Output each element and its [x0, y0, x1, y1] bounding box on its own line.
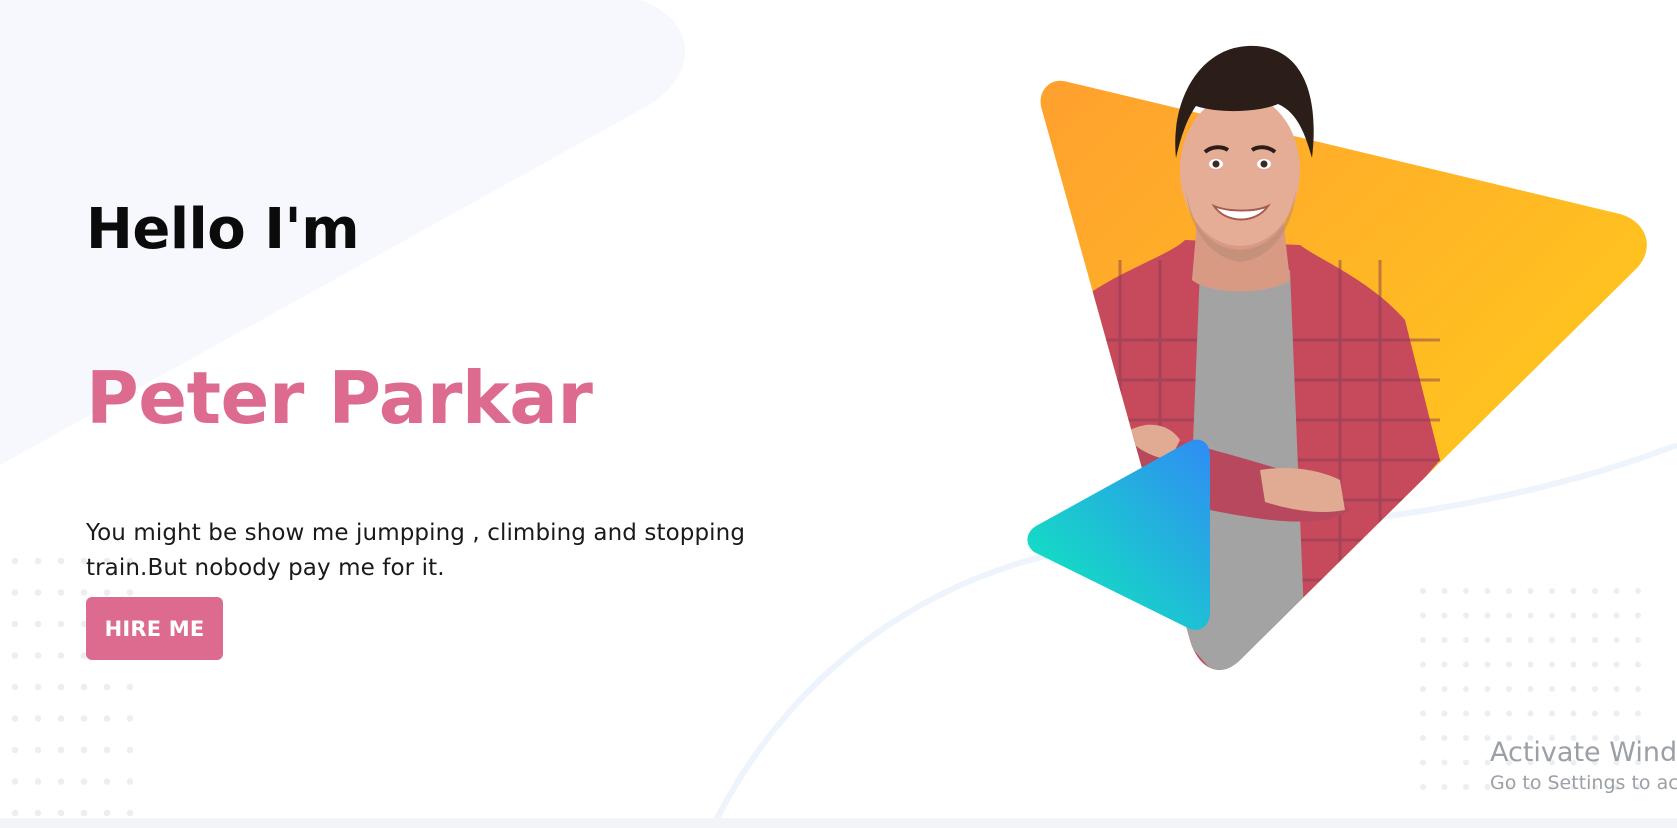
- hero-page: Hello I'm Peter Parkar You might be show…: [0, 0, 1677, 828]
- name-heading: Peter Parkar: [86, 356, 593, 440]
- teal-triangle-shape: [1027, 439, 1210, 631]
- bio-text: You might be show me jumpping , climbing…: [86, 520, 746, 581]
- watermark-title: Activate Windo: [1490, 737, 1677, 768]
- hero-illustration: [1027, 45, 1647, 670]
- portrait-image: [1080, 240, 1440, 670]
- bottom-divider: [0, 818, 1677, 828]
- greeting-heading: Hello I'm: [86, 197, 360, 262]
- hire-me-button[interactable]: HIRE ME: [86, 597, 223, 660]
- activate-windows-watermark: Activate Windo Go to Settings to ac: [1490, 736, 1677, 796]
- dot-pattern-left: [6, 556, 136, 816]
- watermark-subtitle: Go to Settings to ac: [1490, 772, 1677, 794]
